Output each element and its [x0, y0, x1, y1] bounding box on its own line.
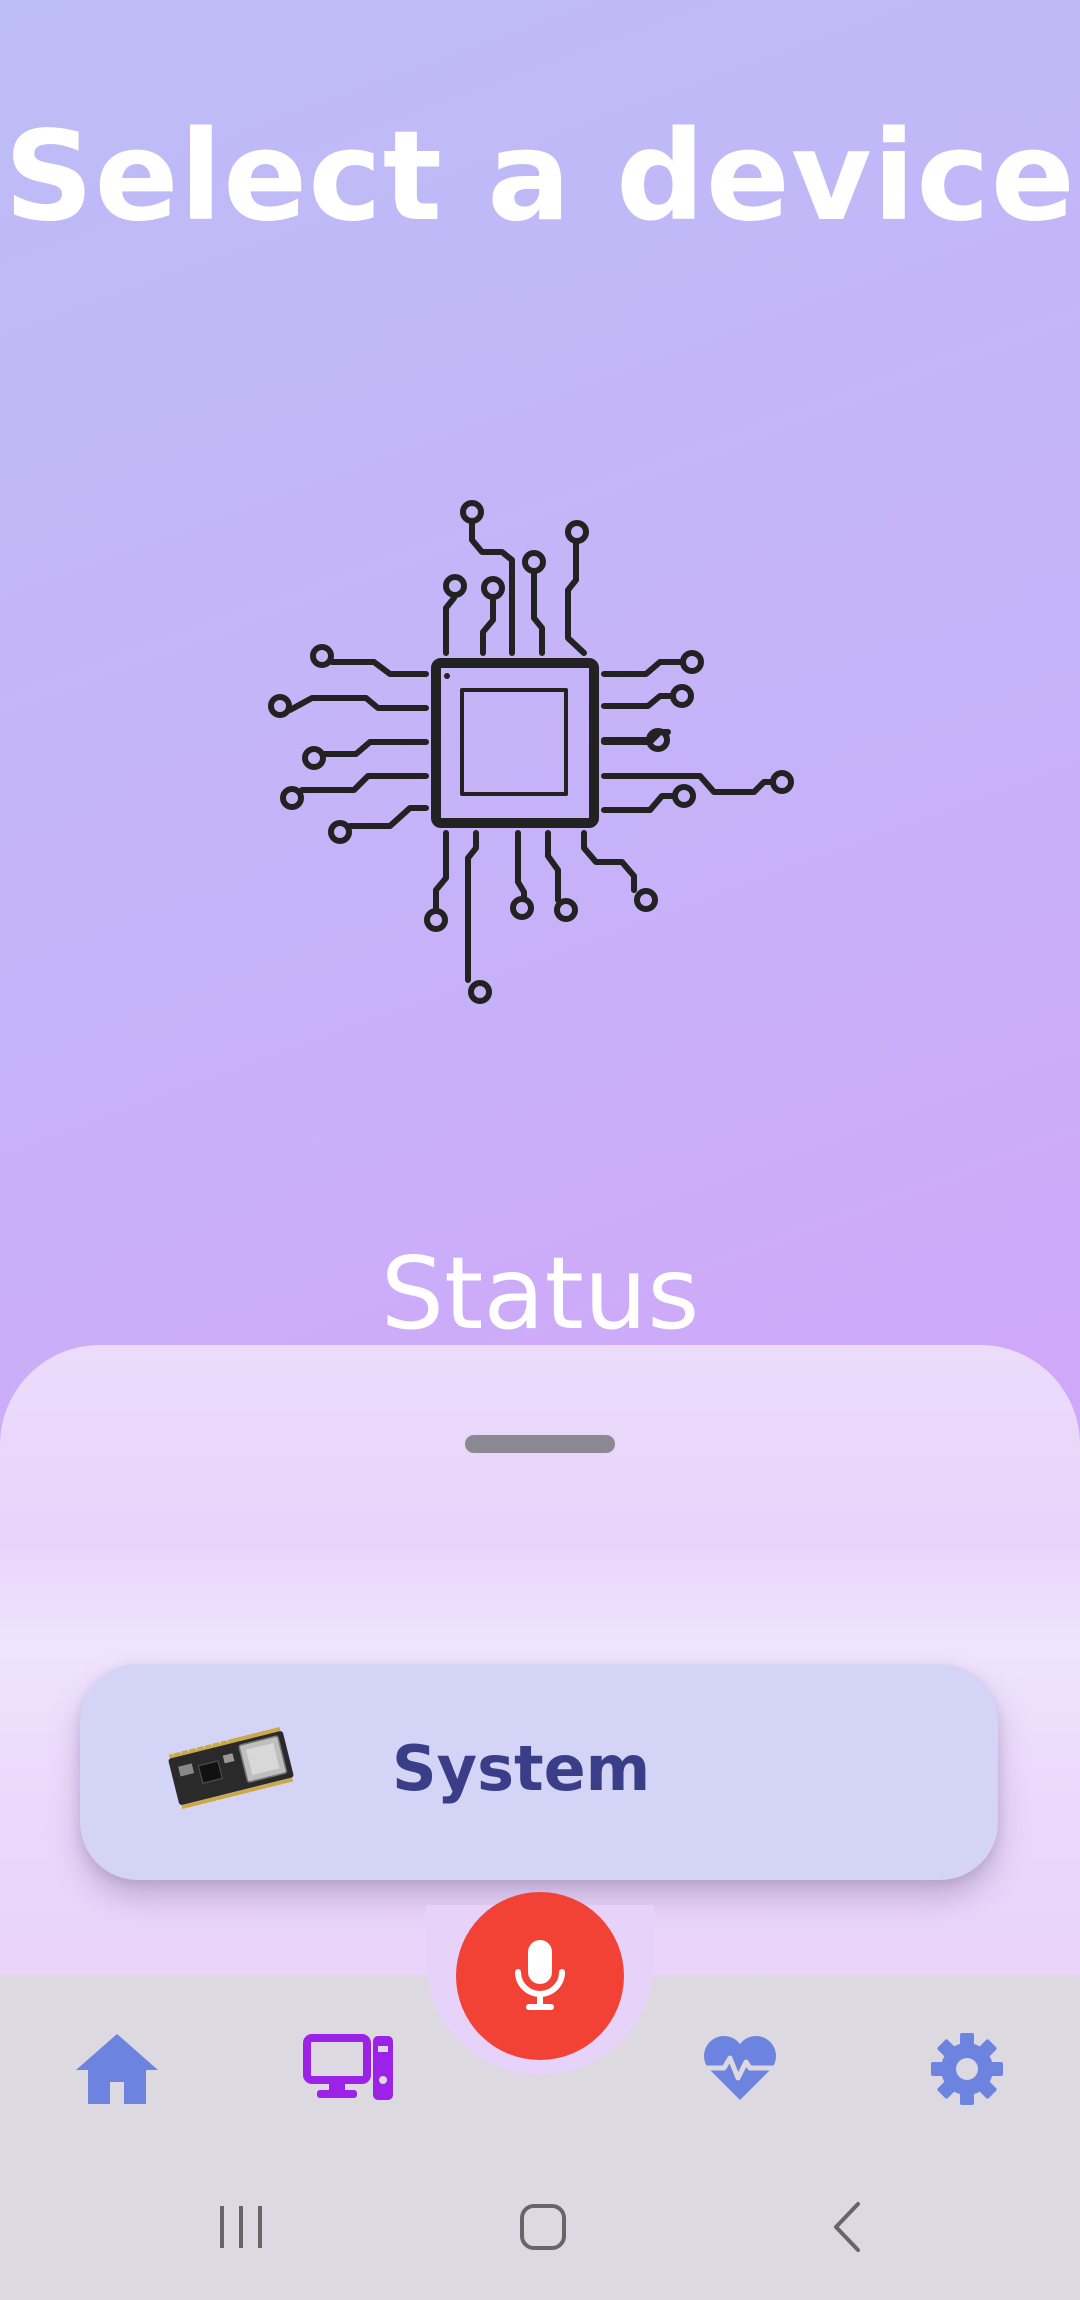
- mic-button[interactable]: [456, 1892, 624, 2060]
- back-icon[interactable]: [830, 2200, 864, 2254]
- home-icon[interactable]: [74, 2030, 160, 2106]
- recent-apps-icon[interactable]: [218, 2202, 264, 2252]
- esp32-board-image: [168, 1727, 294, 1812]
- circuit-chip-icon: [268, 500, 794, 1004]
- device-card-label: System: [392, 1732, 651, 1805]
- mic-icon: [515, 1940, 565, 2010]
- status-label: Status: [380, 1235, 700, 1352]
- settings-gear-icon[interactable]: [930, 2032, 1004, 2106]
- health-heart-icon[interactable]: [702, 2034, 778, 2102]
- devices-icon[interactable]: [303, 2034, 395, 2102]
- device-card-system[interactable]: System: [80, 1664, 998, 1880]
- sheet-drag-handle[interactable]: [465, 1435, 615, 1453]
- home-button-icon[interactable]: [518, 2202, 568, 2252]
- page-title: Select a device: [4, 105, 1076, 249]
